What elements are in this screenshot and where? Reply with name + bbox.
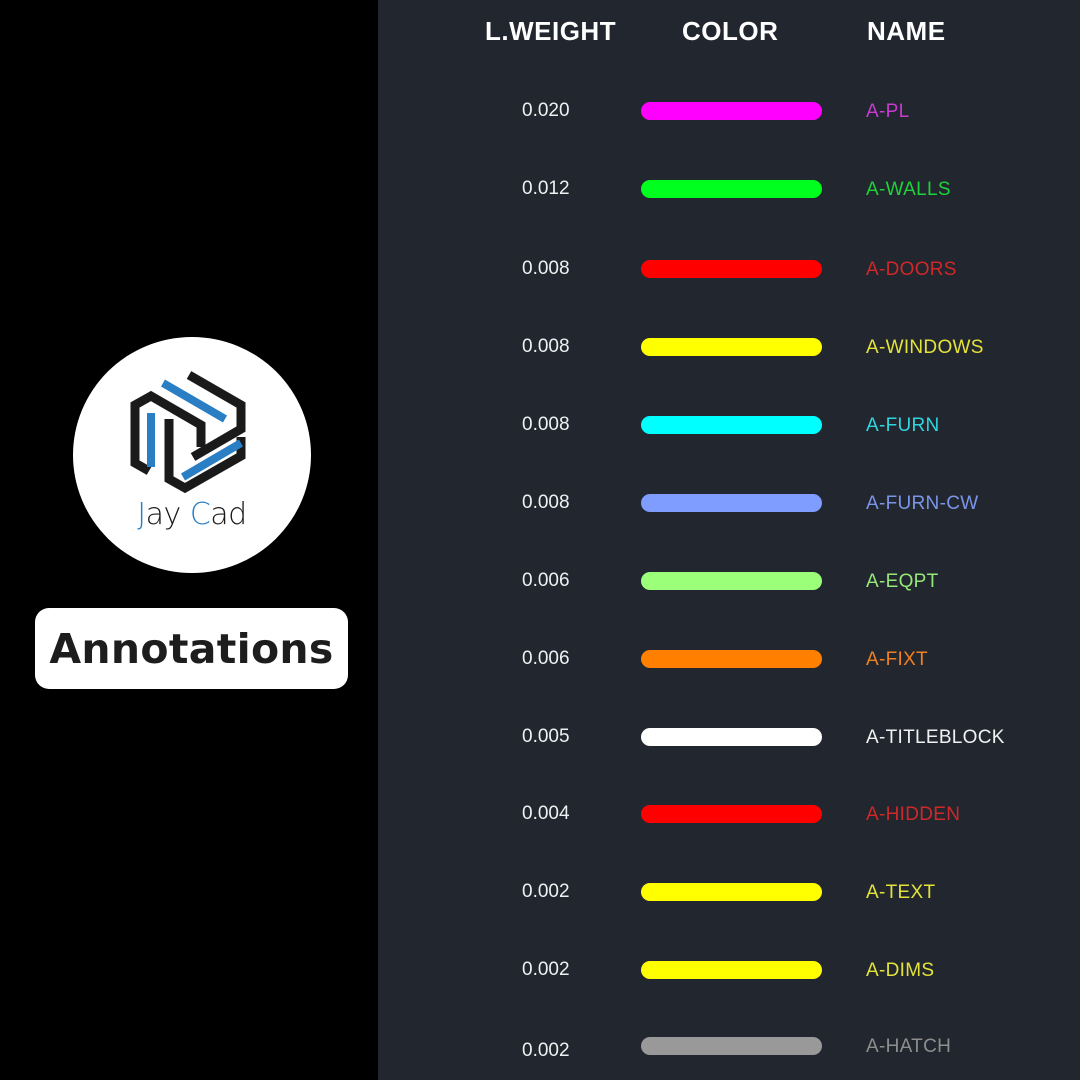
color-swatch-bar xyxy=(641,338,822,356)
table-row: 0.008 A-WINDOWS xyxy=(378,336,1080,376)
table-row: 0.002 A-HATCH xyxy=(378,1036,1080,1080)
color-swatch-bar xyxy=(641,728,822,746)
layer-name: A-FURN-CW xyxy=(866,493,979,514)
color-swatch-bar xyxy=(641,260,822,278)
layer-name: A-FURN xyxy=(866,415,940,436)
brand-panel: Jay Cad Annotations xyxy=(0,0,378,1080)
line-weight-value: 0.008 xyxy=(522,258,570,279)
table-row: 0.012 A-WALLS xyxy=(378,178,1080,218)
column-header-weight: L.WEIGHT xyxy=(485,16,617,46)
layer-name: A-TEXT xyxy=(866,882,936,903)
layer-name: A-TITLEBLOCK xyxy=(866,727,1005,748)
color-swatch-bar xyxy=(641,883,822,901)
layer-name: A-WALLS xyxy=(866,179,951,200)
color-swatch-bar xyxy=(641,572,822,590)
color-swatch-bar xyxy=(641,1037,822,1055)
line-weight-value: 0.002 xyxy=(522,1040,570,1061)
layer-name: A-PL xyxy=(866,101,910,122)
line-weight-value: 0.020 xyxy=(522,100,570,121)
color-swatch-bar xyxy=(641,180,822,198)
hexagon-logo-icon xyxy=(130,371,246,494)
color-swatch-bar xyxy=(641,961,822,979)
table-row: 0.008 A-DOORS xyxy=(378,258,1080,298)
page-title: Annotations xyxy=(49,624,334,673)
table-row: 0.002 A-DIMS xyxy=(378,959,1080,999)
logo-text-ay: ay xyxy=(145,497,190,532)
logo-text-ad: ad xyxy=(210,497,247,532)
color-swatch-bar xyxy=(641,102,822,120)
line-weight-value: 0.004 xyxy=(522,803,570,824)
layer-name: A-EQPT xyxy=(866,571,939,592)
layer-table: L.WEIGHT COLOR NAME 0.020 A-PL 0.012 A-WALL… xyxy=(378,0,1080,1080)
color-swatch-bar xyxy=(641,416,822,434)
table-row: 0.004 A-HIDDEN xyxy=(378,803,1080,843)
layer-name: A-HATCH xyxy=(866,1036,952,1057)
jaycad-logo: Jay Cad xyxy=(73,337,311,573)
column-header-color: COLOR xyxy=(682,16,779,46)
layer-name: A-DIMS xyxy=(866,960,935,981)
table-row: 0.005 A-TITLEBLOCK xyxy=(378,726,1080,766)
logo-wordmark: Jay Cad xyxy=(73,497,311,532)
table-row: 0.006 A-FIXT xyxy=(378,648,1080,688)
page-title-badge: Annotations xyxy=(35,608,348,689)
logo-initial-j: J xyxy=(137,497,146,532)
logo-initial-c: C xyxy=(189,497,211,532)
layer-name: A-WINDOWS xyxy=(866,337,984,358)
layer-name: A-HIDDEN xyxy=(866,804,961,825)
table-row: 0.006 A-EQPT xyxy=(378,570,1080,610)
line-weight-value: 0.002 xyxy=(522,959,570,980)
column-header-name: NAME xyxy=(867,16,946,46)
table-row: 0.008 A-FURN xyxy=(378,414,1080,454)
table-row: 0.002 A-TEXT xyxy=(378,881,1080,921)
line-weight-value: 0.012 xyxy=(522,178,570,199)
line-weight-value: 0.006 xyxy=(522,570,570,591)
line-weight-value: 0.008 xyxy=(522,414,570,435)
layer-name: A-FIXT xyxy=(866,649,928,670)
color-swatch-bar xyxy=(641,494,822,512)
color-swatch-bar xyxy=(641,805,822,823)
color-swatch-bar xyxy=(641,650,822,668)
table-row: 0.020 A-PL xyxy=(378,100,1080,140)
line-weight-value: 0.008 xyxy=(522,336,570,357)
line-weight-value: 0.002 xyxy=(522,881,570,902)
table-row: 0.008 A-FURN-CW xyxy=(378,492,1080,532)
line-weight-value: 0.006 xyxy=(522,648,570,669)
line-weight-value: 0.005 xyxy=(522,726,570,747)
layer-name: A-DOORS xyxy=(866,259,957,280)
line-weight-value: 0.008 xyxy=(522,492,570,513)
